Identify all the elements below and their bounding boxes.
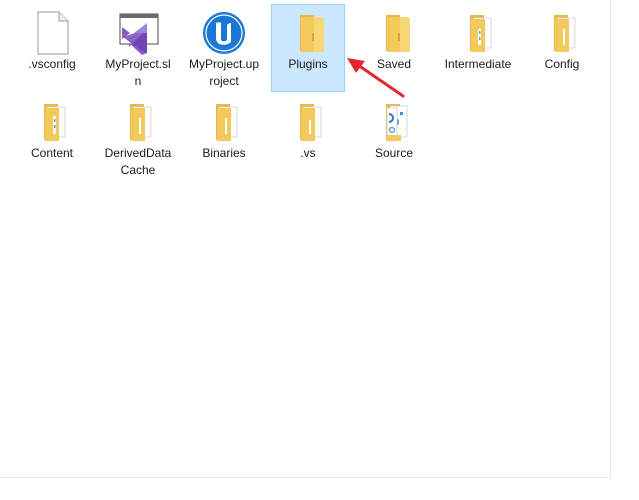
folder-icon <box>370 9 418 57</box>
file-icon <box>28 9 76 57</box>
file-item-myproject-uproject[interactable]: MyProject.uproject <box>187 4 261 92</box>
file-item-label: Binaries <box>202 146 246 160</box>
file-item-label: Content <box>30 146 74 160</box>
folder-item-plugins[interactable]: Plugins <box>271 4 345 92</box>
file-item-label: .vs <box>300 146 316 160</box>
folder-item-binaries[interactable]: Binaries <box>187 93 261 181</box>
file-explorer-icon-view: .vsconfig MyProject.sln MyProject.uproje… <box>0 0 639 500</box>
folder-item-deriveddatacache[interactable]: DerivedDataCache <box>101 93 175 181</box>
folder-icon <box>284 9 332 57</box>
file-item-label: MyProject.sln <box>105 57 171 88</box>
file-item-myproject-sln[interactable]: MyProject.sln <box>101 4 175 92</box>
file-item-label: Saved <box>376 57 412 71</box>
file-item-label: DerivedDataCache <box>104 146 172 177</box>
file-item-vsconfig[interactable]: .vsconfig <box>15 4 89 92</box>
folder-with-files-icon <box>114 98 162 146</box>
folder-item-content[interactable]: Content <box>15 93 89 181</box>
folder-with-source-files-icon <box>370 98 418 146</box>
folder-with-files-icon <box>538 9 586 57</box>
view-border-bottom <box>0 477 611 478</box>
file-item-label: Source <box>374 146 414 160</box>
folder-item-saved[interactable]: Saved <box>357 4 431 92</box>
view-border-right <box>610 0 611 478</box>
unreal-engine-icon <box>200 9 248 57</box>
file-item-label: Plugins <box>288 57 328 71</box>
file-item-label: MyProject.uproject <box>188 57 260 88</box>
folder-with-files-icon <box>28 98 76 146</box>
folder-item-config[interactable]: Config <box>525 4 599 92</box>
folder-with-files-icon <box>454 9 502 57</box>
file-item-label: Config <box>544 57 580 71</box>
file-item-label: Intermediate <box>444 57 512 71</box>
file-item-label: .vsconfig <box>28 57 76 71</box>
folder-item-source[interactable]: Source <box>357 93 431 181</box>
folder-item-vs[interactable]: .vs <box>271 93 345 181</box>
folder-item-intermediate[interactable]: Intermediate <box>441 4 515 92</box>
folder-with-files-icon <box>284 98 332 146</box>
visual-studio-solution-icon <box>114 9 162 57</box>
folder-with-files-icon <box>200 98 248 146</box>
